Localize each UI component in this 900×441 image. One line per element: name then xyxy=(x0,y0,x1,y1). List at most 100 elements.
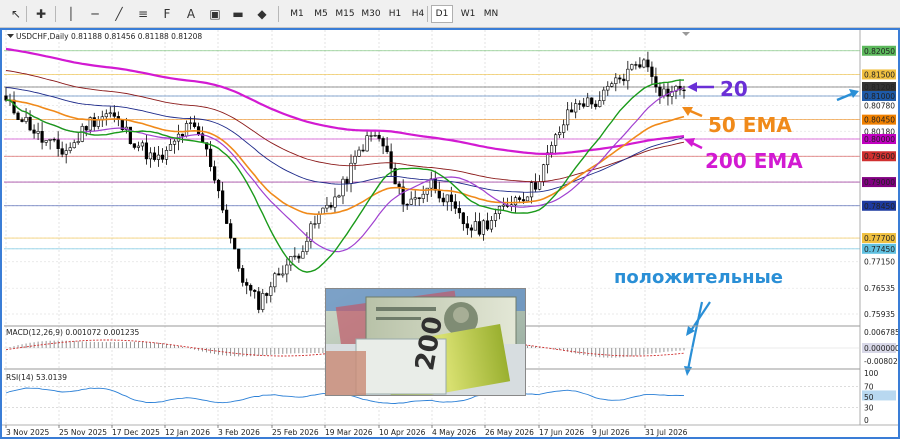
candle-body xyxy=(285,264,289,275)
candle-body xyxy=(485,220,490,230)
candle-body xyxy=(461,212,465,225)
candle-body xyxy=(40,131,44,143)
candle-body xyxy=(389,151,393,169)
price-tick-label: 0.75935 xyxy=(864,310,895,319)
banknotes-photo: 200 xyxy=(325,288,526,396)
candle-body xyxy=(477,221,481,235)
candle-body xyxy=(365,135,369,152)
candle-body xyxy=(473,221,477,231)
candle-body xyxy=(72,142,76,149)
candle-body xyxy=(233,237,237,250)
candle-body xyxy=(413,197,417,200)
candle-body xyxy=(525,196,530,202)
candle-body xyxy=(188,122,193,124)
rsi-tick-label: 100 xyxy=(864,369,879,378)
trendline-icon[interactable]: ╱ xyxy=(110,5,128,23)
candle-body xyxy=(144,142,149,160)
candle-body xyxy=(449,194,453,203)
candle-body xyxy=(541,164,546,182)
candle-body xyxy=(136,145,140,148)
price-label: 0.80450 xyxy=(864,116,895,125)
time-label: 9 Jul 2026 xyxy=(592,428,630,437)
candle-body xyxy=(148,152,153,160)
crosshair-icon[interactable]: ✚ xyxy=(32,5,50,23)
price-tick-label: 0.77150 xyxy=(864,258,895,267)
candle-body xyxy=(337,195,341,198)
candle-body xyxy=(453,201,457,209)
candle-body xyxy=(425,187,429,195)
timeframe-m15-button[interactable]: M15 xyxy=(334,5,356,23)
candle-body xyxy=(104,113,108,118)
macd-title: MACD(12,26,9) 0.001072 0.001235 xyxy=(6,328,140,337)
shapes-icon[interactable]: ◆ xyxy=(253,5,271,23)
time-label: 17 Dec 2025 xyxy=(112,428,160,437)
equidistant-channel-icon[interactable]: ≡ xyxy=(134,5,152,23)
timeframe-w1-button[interactable]: W1 xyxy=(457,5,479,23)
candle-body xyxy=(385,145,389,152)
candle-body xyxy=(594,103,598,107)
arrow-rsi-shaft xyxy=(686,301,704,371)
price-label: 0.81500 xyxy=(864,70,895,79)
time-label: 10 Apr 2026 xyxy=(379,428,426,437)
text-label-icon[interactable]: A xyxy=(182,5,200,23)
cursor-icon[interactable]: ↖ xyxy=(7,5,25,23)
candle-body xyxy=(562,124,566,133)
annotation-positive: положительные xyxy=(614,267,783,288)
time-label: 3 Nov 2025 xyxy=(6,428,49,437)
candle-body xyxy=(76,141,80,143)
price-label: 0.77450 xyxy=(864,245,895,254)
candle-body xyxy=(465,223,469,229)
chart-window[interactable]: 0.82050 0.81500 0.81208 0.81000 0.80780 0.804… xyxy=(0,28,900,439)
timeframe-m1-button[interactable]: M1 xyxy=(286,5,308,23)
timeframe-h1-button[interactable]: H1 xyxy=(384,5,406,23)
symbol-header: USDCHF,Daily 0.81188 0.81456 0.81188 0.8… xyxy=(16,32,202,41)
time-label: 26 May 2026 xyxy=(485,428,534,437)
candle-body xyxy=(401,186,405,205)
candle-body xyxy=(582,103,586,107)
candle-body xyxy=(558,132,562,136)
fibonacci-icon[interactable]: F xyxy=(158,5,176,23)
candle-body xyxy=(445,194,449,203)
timeframe-h4-button[interactable]: H4 xyxy=(407,5,429,23)
timeframe-mn-button[interactable]: MN xyxy=(480,5,502,23)
candle-body xyxy=(397,183,401,188)
candle-body xyxy=(521,199,526,202)
candle-body xyxy=(457,208,461,214)
candle-body xyxy=(317,213,321,224)
candle-body xyxy=(529,182,534,198)
toolbar-separator xyxy=(55,6,56,22)
candle-body xyxy=(638,64,642,68)
horizontal-line-icon[interactable]: ─ xyxy=(86,5,104,23)
candle-body xyxy=(253,289,257,292)
vertical-line-icon[interactable]: │ xyxy=(62,5,80,23)
ma-line-20 xyxy=(5,79,684,273)
candle-body xyxy=(570,109,574,113)
timeframe-m5-button[interactable]: M5 xyxy=(310,5,332,23)
candle-body xyxy=(245,282,249,286)
candle-body xyxy=(184,123,189,137)
candle-body xyxy=(634,64,638,66)
candle-body xyxy=(261,293,265,310)
symbol-arrow-icon xyxy=(7,34,14,38)
candle-body xyxy=(517,197,522,200)
candle-body xyxy=(305,240,309,252)
candle-body xyxy=(369,135,373,137)
candle-body xyxy=(249,285,253,291)
timeframe-d1-button[interactable]: D1 xyxy=(431,5,453,23)
price-label: 0.77700 xyxy=(864,234,895,243)
macd-tick-label: -0.008023 xyxy=(864,357,898,366)
candle-body xyxy=(381,138,385,147)
candle-body xyxy=(658,86,662,97)
candle-body xyxy=(654,76,658,88)
price-label: 0.79000 xyxy=(864,178,895,187)
candle-body xyxy=(574,103,578,113)
time-label: 3 Feb 2026 xyxy=(218,428,260,437)
timeframe-m30-button[interactable]: M30 xyxy=(360,5,382,23)
candle-body xyxy=(353,155,357,164)
arrow-20-head-icon xyxy=(687,82,697,92)
time-label: 25 Feb 2026 xyxy=(272,428,319,437)
candle-body xyxy=(373,134,377,137)
text-box-icon[interactable]: ▣ xyxy=(206,5,224,23)
rectangle-icon[interactable]: ▬ xyxy=(229,5,247,23)
candle-body xyxy=(64,150,68,155)
